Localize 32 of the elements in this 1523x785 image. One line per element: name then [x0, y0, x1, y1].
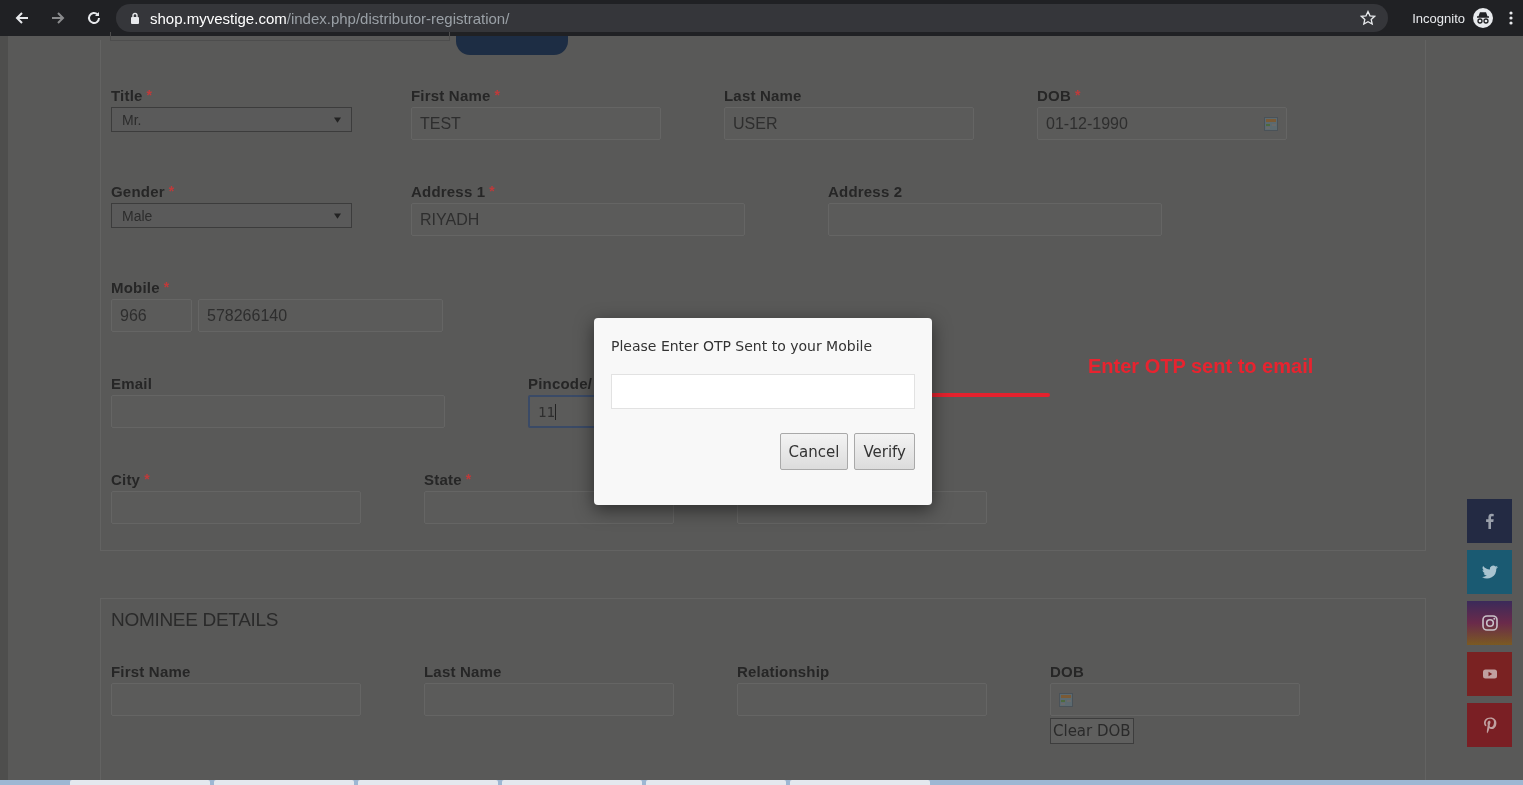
pinterest-button[interactable] [1467, 703, 1512, 747]
lock-icon [130, 12, 140, 24]
otp-input-field[interactable] [611, 374, 915, 409]
required-mark: * [144, 471, 150, 487]
menu-icon[interactable] [1509, 10, 1513, 26]
facebook-button[interactable] [1467, 499, 1512, 543]
caret-icon [334, 116, 341, 123]
star-icon[interactable] [1360, 10, 1377, 26]
required-mark: * [168, 183, 175, 199]
verify-button[interactable]: Verify [854, 433, 915, 470]
instagram-button[interactable] [1467, 601, 1512, 645]
address-bar[interactable]: shop.myvestige.com/index.php/distributor-registration/ [116, 4, 1389, 32]
youtube-button[interactable] [1467, 652, 1512, 696]
back-icon[interactable] [14, 10, 30, 26]
required-mark: * [489, 183, 495, 199]
required-mark: * [494, 87, 500, 103]
caret-icon [334, 212, 341, 219]
twitter-button[interactable] [1467, 550, 1512, 594]
forward-icon[interactable] [50, 10, 66, 26]
incognito-icon[interactable] [1473, 8, 1493, 28]
url-text: shop.myvestige.com/index.php/distributor-registration/ [150, 9, 511, 27]
required-mark: * [465, 471, 472, 487]
camera-icon [1479, 613, 1500, 633]
required-mark: * [163, 279, 170, 295]
reload-icon[interactable] [86, 10, 102, 26]
required-mark: * [1074, 87, 1081, 103]
cancel-button[interactable]: Cancel [779, 433, 849, 470]
dialog-message: Please Enter OTP Sent to your Mobile [611, 338, 874, 354]
required-mark: * [146, 87, 153, 103]
annotation-text: Enter OTP sent to email [1088, 355, 1314, 378]
date-field[interactable] [1050, 683, 1300, 716]
profile-label[interactable]: Incognito [1412, 10, 1465, 26]
